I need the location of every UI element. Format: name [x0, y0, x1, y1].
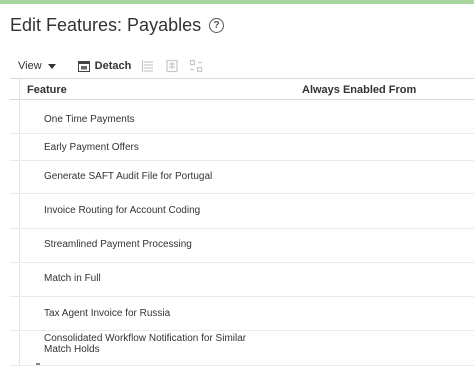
- table-row[interactable]: Invoice Routing for Account Coding: [10, 195, 474, 229]
- header-gutter: [10, 79, 20, 101]
- page-header: Edit Features: Payables ?: [10, 15, 225, 36]
- detach-label: Detach: [94, 60, 132, 72]
- row-gutter: [10, 162, 20, 193]
- feature-cell: One Time Payments: [44, 114, 135, 125]
- table-row[interactable]: One Time Payments: [10, 101, 474, 134]
- table-toolbar: View Detach: [18, 58, 203, 74]
- table-row[interactable]: Match in Full: [10, 264, 474, 297]
- detach-icon: [77, 60, 90, 72]
- table-row[interactable]: Tax Agent Invoice for Russia: [10, 298, 474, 331]
- row-gutter: [10, 101, 20, 133]
- caret-down-icon: [47, 64, 56, 69]
- reorder-columns-icon[interactable]: [189, 59, 203, 73]
- feature-cell: Generate SAFT Audit File for Portugal: [44, 171, 213, 182]
- scroll-indicator: [36, 363, 40, 365]
- row-gutter: [10, 195, 20, 228]
- column-header-feature[interactable]: Feature: [27, 84, 67, 96]
- view-menu-button[interactable]: View: [18, 60, 56, 72]
- row-gutter: [10, 230, 20, 262]
- wrap-icon[interactable]: [165, 59, 179, 73]
- detach-button[interactable]: Detach: [77, 60, 132, 72]
- row-gutter: [10, 298, 20, 330]
- top-accent-bar: [0, 0, 474, 4]
- row-gutter: [10, 135, 20, 160]
- table-row[interactable]: Streamlined Payment Processing: [10, 230, 474, 263]
- feature-cell: Match in Full: [44, 273, 101, 284]
- feature-cell: Early Payment Offers: [44, 142, 139, 153]
- feature-cell: Streamlined Payment Processing: [44, 239, 192, 250]
- table-header: Feature Always Enabled From: [10, 78, 474, 101]
- table-row[interactable]: Early Payment Offers: [10, 135, 474, 161]
- help-icon[interactable]: ?: [209, 18, 225, 33]
- features-table: Feature Always Enabled From One Time Pay…: [10, 78, 474, 366]
- feature-cell: Invoice Routing for Account Coding: [44, 205, 201, 216]
- feature-cell: Tax Agent Invoice for Russia: [44, 308, 171, 319]
- table-row[interactable]: Consolidated Workflow Notification for S…: [10, 332, 474, 366]
- view-menu-label: View: [18, 60, 42, 72]
- row-gutter: [10, 264, 20, 296]
- freeze-icon[interactable]: [141, 59, 155, 73]
- row-gutter: [10, 332, 20, 365]
- feature-cell: Consolidated Workflow Notification for S…: [44, 333, 247, 355]
- column-header-always-enabled-from[interactable]: Always Enabled From: [302, 84, 416, 96]
- table-row[interactable]: Generate SAFT Audit File for Portugal: [10, 162, 474, 194]
- page-title: Edit Features: Payables: [10, 15, 202, 35]
